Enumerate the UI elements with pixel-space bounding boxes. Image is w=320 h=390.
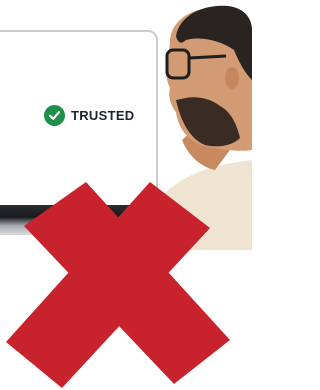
scene: TRUSTED [0,0,252,390]
red-x-icon [6,182,230,388]
